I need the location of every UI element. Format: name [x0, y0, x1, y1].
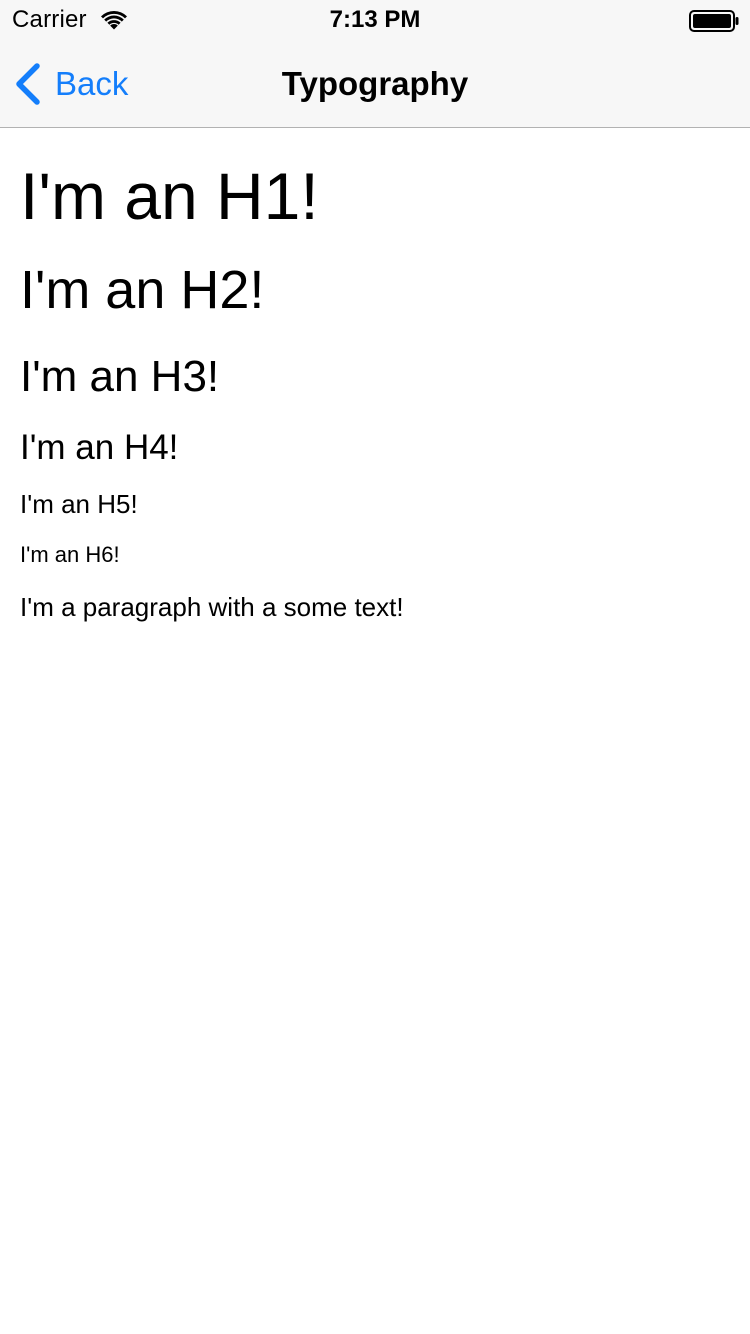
heading-h6: I'm an H6!: [20, 542, 120, 567]
heading-h4: I'm an H4!: [20, 428, 179, 467]
heading-h5: I'm an H5!: [20, 489, 138, 519]
navigation-bar: Back Typography: [0, 40, 750, 128]
heading-h3: I'm an H3!: [20, 352, 220, 401]
paragraph-text: I'm a paragraph with a some text!: [20, 592, 404, 622]
app-screen: Carrier 7:13 PM Back Typography I'm an H…: [0, 0, 750, 1334]
status-bar: Carrier 7:13 PM: [0, 0, 750, 40]
heading-h2: I'm an H2!: [20, 260, 265, 320]
page-title: Typography: [281, 65, 469, 102]
heading-h1: I'm an H1!: [20, 159, 319, 233]
status-time: 7:13 PM: [329, 6, 421, 33]
battery-icon: [689, 10, 739, 32]
